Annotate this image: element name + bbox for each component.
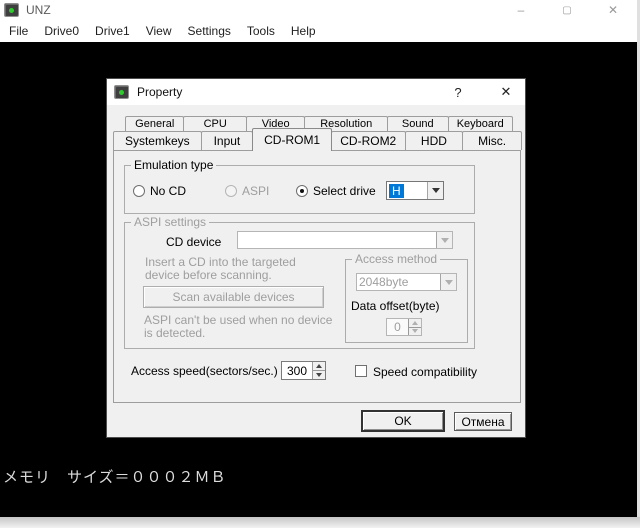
cd-device-combobox: [237, 231, 453, 249]
maximize-button[interactable]: ▢: [551, 0, 583, 20]
tab-keyboard[interactable]: Keyboard: [447, 116, 513, 131]
aspi-settings-legend: ASPI settings: [131, 216, 210, 228]
drive-combo-dropdown-button[interactable]: [427, 182, 443, 199]
arrow-up-icon: [412, 320, 418, 325]
access-speed-spinner[interactable]: 300: [281, 361, 326, 380]
emulation-type-group: Emulation type No CD ASPI Select drive H: [124, 159, 475, 214]
tab-hdd[interactable]: HDD: [404, 131, 464, 150]
chevron-down-icon: [444, 279, 453, 285]
radio-no-cd-label: No CD: [150, 184, 187, 198]
access-method-dropdown-button: [440, 274, 456, 290]
arrow-down-icon: [316, 373, 322, 377]
unz-emulator-window: UNZ – ▢ ✕ File Drive0 Drive1 View Settin…: [0, 0, 640, 528]
menu-settings[interactable]: Settings: [180, 24, 239, 38]
tab-systemkeys[interactable]: Systemkeys: [113, 131, 202, 150]
menu-drive0[interactable]: Drive0: [36, 24, 87, 38]
emulated-screen-memory-text: メモリ サイズ＝０００２ＭＢ: [3, 468, 227, 486]
insert-cd-hint: Insert a CD into the targeted device bef…: [145, 255, 296, 282]
tab-input[interactable]: Input: [200, 131, 254, 150]
data-offset-label: Data offset(byte): [351, 299, 440, 313]
dialog-title: Property: [137, 85, 183, 99]
arrow-up-icon: [316, 364, 322, 368]
tab-content-pane: Emulation type No CD ASPI Select drive H: [113, 150, 521, 403]
radio-select-drive-circle-icon[interactable]: [296, 185, 308, 197]
scan-devices-button: Scan available devices: [143, 286, 324, 308]
data-offset-down-button: [409, 326, 421, 335]
minimize-button[interactable]: –: [505, 0, 537, 20]
menubar: File Drive0 Drive1 View Settings Tools H…: [0, 20, 637, 42]
data-offset-spinner: 0: [386, 318, 422, 336]
radio-aspi: ASPI: [225, 184, 269, 198]
menu-help[interactable]: Help: [283, 24, 324, 38]
radio-aspi-label: ASPI: [242, 184, 270, 198]
aspi-settings-group: ASPI settings CD device Insert a CD into…: [124, 216, 475, 349]
drive-letter-value: H: [389, 183, 404, 198]
tab-general[interactable]: General: [125, 116, 185, 131]
tab-cdrom2[interactable]: CD-ROM2: [330, 131, 406, 150]
menu-file[interactable]: File: [1, 24, 36, 38]
unz-app-icon: [4, 3, 19, 17]
radio-no-cd-circle-icon[interactable]: [133, 185, 145, 197]
tab-row-2: Systemkeys Input CD-ROM1 CD-ROM2 HDD Mis…: [113, 128, 522, 151]
ok-button[interactable]: OK: [361, 410, 445, 432]
speed-compatibility-checkbox[interactable]: [355, 365, 367, 377]
data-offset-up-button: [409, 319, 421, 327]
menu-view[interactable]: View: [138, 24, 180, 38]
cd-device-label: CD device: [166, 235, 222, 249]
chevron-down-icon: [440, 237, 449, 243]
menu-tools[interactable]: Tools: [239, 24, 283, 38]
access-method-group: Access method 2048byte Data offset(byte)…: [345, 253, 468, 343]
access-method-legend: Access method: [352, 253, 441, 265]
access-speed-up-button[interactable]: [313, 362, 325, 370]
radio-select-drive[interactable]: Select drive: [296, 184, 376, 198]
chevron-down-icon: [431, 188, 440, 193]
access-method-combobox: 2048byte: [356, 273, 457, 291]
window-bottom-border[interactable]: [0, 517, 640, 528]
emulation-type-legend: Emulation type: [131, 159, 217, 171]
dialog-close-button[interactable]: ✕: [491, 79, 521, 105]
access-method-value: 2048byte: [359, 275, 409, 289]
access-speed-down-button[interactable]: [313, 370, 325, 379]
access-speed-label: Access speed(sectors/sec.): [131, 364, 278, 378]
menu-drive1[interactable]: Drive1: [87, 24, 138, 38]
aspi-unavailable-hint: ASPI can't be used when no device is det…: [144, 313, 333, 340]
property-dialog-icon: [114, 85, 129, 99]
tab-sound[interactable]: Sound: [387, 116, 449, 131]
access-speed-value[interactable]: 300: [282, 362, 312, 379]
data-offset-value: 0: [394, 320, 401, 334]
tab-cpu[interactable]: CPU: [183, 116, 247, 131]
cd-device-value: [238, 232, 436, 248]
arrow-down-icon: [412, 329, 418, 334]
cancel-button[interactable]: Отмена: [454, 412, 512, 431]
speed-compatibility-label: Speed compatibility: [373, 365, 478, 379]
dialog-help-button[interactable]: ?: [443, 79, 473, 105]
cd-device-dropdown-button: [436, 232, 452, 248]
window-title: UNZ: [26, 3, 51, 17]
tab-cdrom1[interactable]: CD-ROM1: [252, 128, 332, 151]
radio-no-cd[interactable]: No CD: [133, 184, 186, 198]
window-titlebar: UNZ: [0, 0, 637, 20]
tab-misc[interactable]: Misc.: [462, 131, 522, 150]
drive-letter-combobox[interactable]: H: [386, 181, 444, 200]
property-dialog: Property ? ✕ Emulation type No CD ASPI S…: [106, 78, 526, 438]
close-button[interactable]: ✕: [597, 0, 629, 20]
radio-select-drive-label: Select drive: [313, 184, 376, 198]
radio-aspi-circle-icon: [225, 185, 237, 197]
